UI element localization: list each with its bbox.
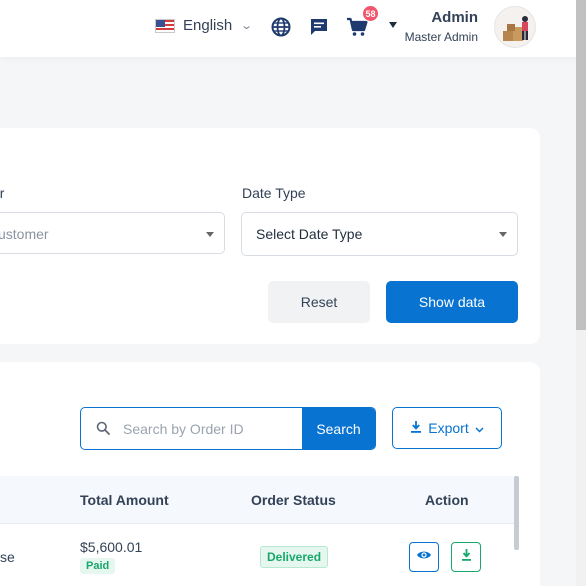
caret-down-icon <box>206 232 214 237</box>
table-scrollbar-thumb[interactable] <box>514 476 519 550</box>
user-role: Master Admin <box>404 30 478 44</box>
customer-select-placeholder: ustomer <box>0 226 49 242</box>
order-status-badge: Delivered <box>260 546 329 568</box>
chevron-down-icon <box>475 420 484 436</box>
chat-icon[interactable] <box>308 16 330 38</box>
total-amount-cell: $5,600.01 <box>80 539 143 555</box>
user-name: Admin <box>431 9 478 26</box>
export-button[interactable]: Export <box>392 407 502 449</box>
top-navbar: English ⌄ 58 Admin Master Admin <box>0 0 586 57</box>
search-button[interactable]: Search <box>302 408 375 449</box>
user-menu[interactable]: Admin Master Admin <box>405 9 478 44</box>
export-label: Export <box>428 420 469 436</box>
us-flag-icon <box>155 18 175 33</box>
order-search-form: Search <box>80 407 376 450</box>
language-selector[interactable]: English ⌄ <box>155 17 254 34</box>
column-header-order-status: Order Status <box>251 492 336 508</box>
caret-down-icon <box>499 232 507 237</box>
search-icon <box>96 421 110 440</box>
download-invoice-button[interactable] <box>451 542 481 572</box>
customer-cell: se <box>0 549 15 565</box>
download-icon <box>410 420 422 436</box>
reset-button[interactable]: Reset <box>268 281 370 323</box>
payment-status-badge: Paid <box>80 558 116 574</box>
language-label: English <box>183 17 233 34</box>
date-type-value: Select Date Type <box>256 226 363 242</box>
column-header-action: Action <box>425 492 469 508</box>
avatar[interactable] <box>494 6 536 48</box>
page-scrollbar-thumb[interactable] <box>576 0 586 330</box>
cart-count-badge: 58 <box>362 5 379 22</box>
show-data-button[interactable]: Show data <box>386 281 518 323</box>
date-type-label: Date Type <box>242 185 306 201</box>
caret-down-icon[interactable] <box>389 22 397 28</box>
date-type-select[interactable]: Select Date Type <box>241 212 518 256</box>
globe-icon[interactable] <box>270 16 292 38</box>
view-order-button[interactable] <box>409 542 439 572</box>
chevron-down-icon: ⌄ <box>240 20 254 32</box>
search-input[interactable] <box>123 408 303 449</box>
eye-icon <box>416 548 432 566</box>
customer-select[interactable]: ustomer <box>0 212 225 254</box>
column-header-total-amount: Total Amount <box>80 492 169 508</box>
customer-label: er <box>0 185 5 201</box>
download-icon <box>461 548 472 566</box>
